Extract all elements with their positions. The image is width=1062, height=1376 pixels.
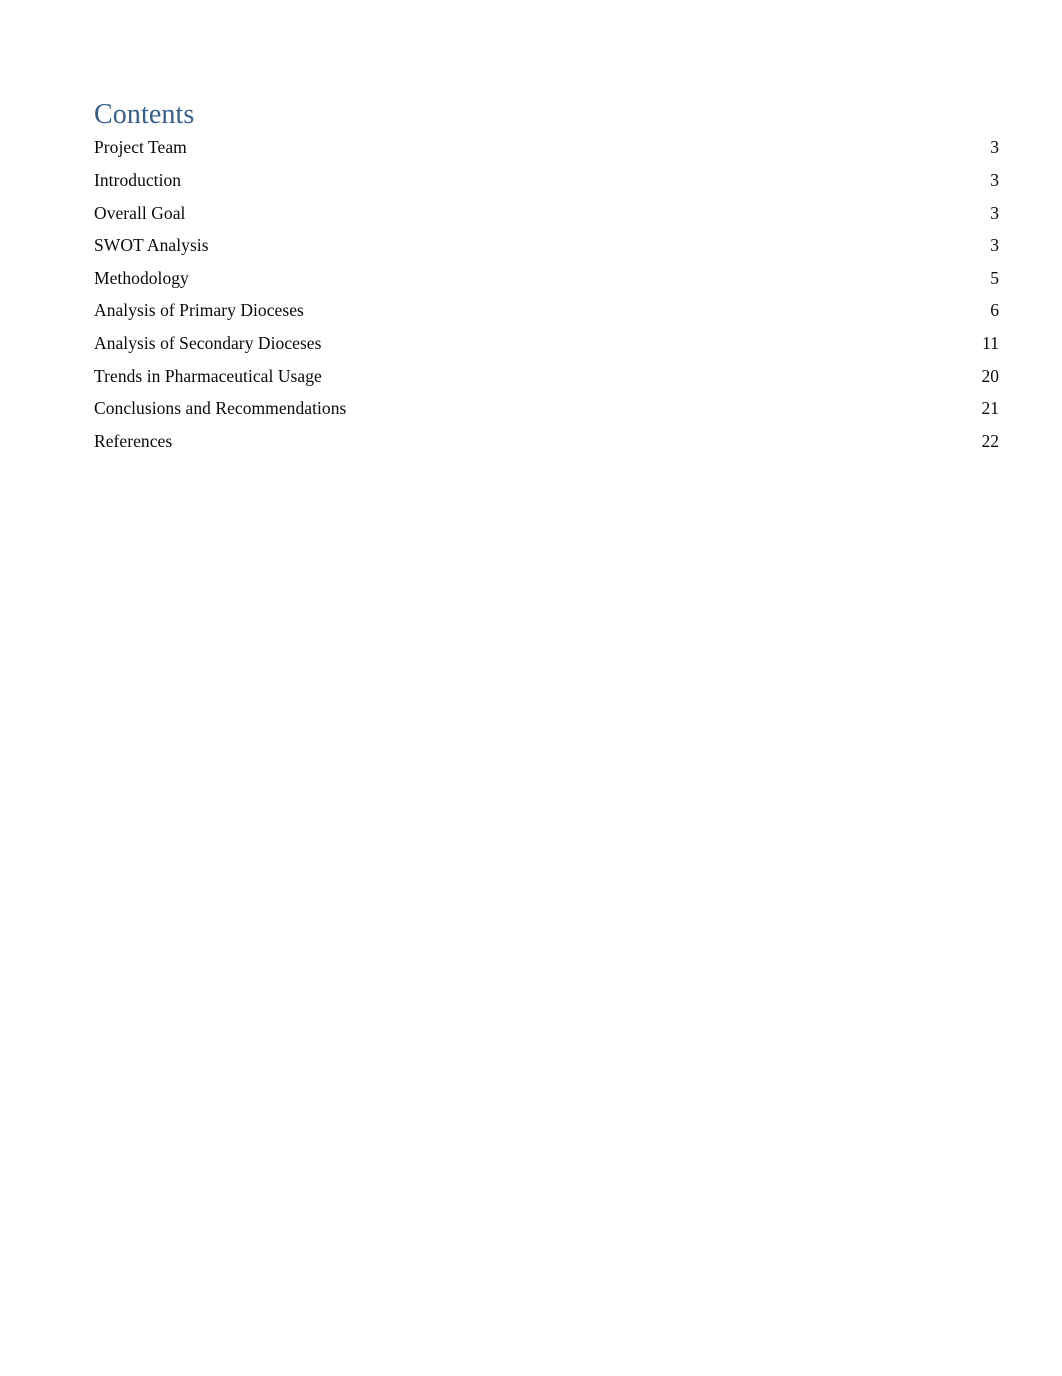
toc-entry-page-number: 3 bbox=[990, 202, 999, 223]
toc-entry-page-number: 3 bbox=[990, 137, 999, 158]
toc-entry-title: Overall Goal bbox=[94, 202, 186, 223]
toc-entry-title: Trends in Pharmaceutical Usage bbox=[94, 365, 322, 386]
toc-entry-references[interactable]: References 22 bbox=[94, 430, 1000, 466]
toc-entry-title: SWOT Analysis bbox=[94, 235, 209, 256]
toc-entry-page-number: 3 bbox=[990, 235, 999, 256]
document-page: Contents Project Team 3 Introduction 3 O… bbox=[0, 0, 1062, 1376]
toc-entry-introduction[interactable]: Introduction 3 bbox=[94, 169, 999, 205]
toc-entry-title: Project Team bbox=[94, 137, 187, 158]
toc-entry-page-number: 3 bbox=[990, 169, 999, 190]
toc-entry-list: Project Team 3 Introduction 3 Overall Go… bbox=[94, 139, 999, 465]
toc-entry-project-team[interactable]: Project Team 3 bbox=[94, 139, 999, 172]
toc-entry-page-number: 6 bbox=[990, 300, 999, 321]
toc-entry-page-number: 11 bbox=[982, 332, 999, 353]
toc-entry-swot-analysis[interactable]: SWOT Analysis 3 bbox=[94, 237, 999, 270]
toc-entry-title: Analysis of Secondary Dioceses bbox=[94, 332, 322, 353]
toc-entry-title: Methodology bbox=[94, 267, 189, 288]
toc-entry-page-number: 5 bbox=[990, 267, 999, 288]
toc-entry-overall-goal[interactable]: Overall Goal 3 bbox=[94, 202, 999, 238]
toc-entry-title: Conclusions and Recommendations bbox=[94, 398, 347, 419]
toc-entry-title: Introduction bbox=[94, 169, 182, 190]
toc-entry-page-number: 20 bbox=[981, 365, 1000, 386]
table-of-contents: Contents Project Team 3 Introduction 3 O… bbox=[94, 99, 999, 465]
toc-entry-page-number: 22 bbox=[981, 430, 1000, 451]
toc-entry-conclusions-and-recommendations[interactable]: Conclusions and Recommendations 21 bbox=[94, 400, 999, 433]
toc-entry-title: Analysis of Primary Dioceses bbox=[94, 300, 304, 321]
toc-entry-trends-in-pharmaceutical-usage[interactable]: Trends in Pharmaceutical Usage 20 bbox=[94, 365, 1000, 401]
toc-entry-methodology[interactable]: Methodology 5 bbox=[94, 267, 999, 303]
toc-entry-page-number: 21 bbox=[981, 398, 1000, 419]
toc-entry-title: References bbox=[94, 430, 173, 451]
toc-entry-analysis-of-secondary-dioceses[interactable]: Analysis of Secondary Dioceses 11 bbox=[94, 332, 999, 368]
page-title: Contents bbox=[94, 99, 195, 130]
toc-entry-analysis-of-primary-dioceses[interactable]: Analysis of Primary Dioceses 6 bbox=[94, 302, 999, 335]
